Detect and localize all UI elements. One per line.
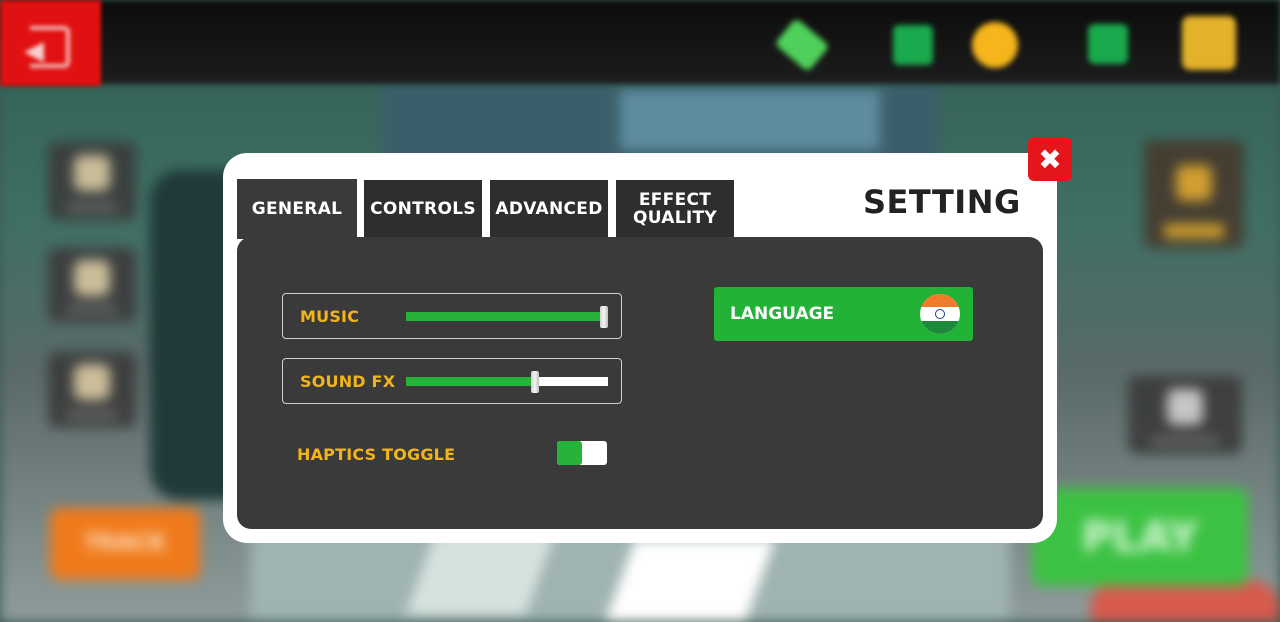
exit-button[interactable]: ◀ (0, 0, 101, 86)
side-menu-icon-3[interactable] (48, 352, 136, 428)
language-button[interactable]: LANGUAGE (714, 287, 973, 341)
music-slider[interactable] (406, 306, 608, 328)
exit-arrow-icon: ◀ (24, 36, 44, 66)
settings-modal: GENERAL CONTROLS ADVANCED EFFECT QUALITY… (223, 137, 1072, 543)
track-button[interactable]: TRACK (50, 508, 200, 580)
page-title: SETTING (863, 183, 1021, 221)
gift-icon[interactable] (1144, 140, 1244, 248)
music-slider-fill (406, 312, 608, 321)
haptics-toggle-on-indicator (557, 441, 582, 465)
background-tile (605, 540, 775, 622)
add-coins-button[interactable] (1088, 24, 1128, 64)
tab-effect-quality[interactable]: EFFECT QUALITY (616, 180, 734, 237)
play-button[interactable]: PLAY (1032, 488, 1248, 586)
haptics-toggle[interactable] (557, 441, 607, 465)
close-button[interactable]: ✖ (1028, 137, 1072, 181)
sound-fx-slider-fill (406, 377, 535, 386)
side-menu-icon-right[interactable] (1128, 376, 1242, 454)
music-slider-handle[interactable] (600, 306, 608, 328)
sound-fx-slider-row: SOUND FX (282, 358, 622, 404)
background-window (620, 90, 880, 150)
shop-icon[interactable] (1182, 16, 1236, 70)
close-icon: ✖ (1038, 142, 1062, 176)
music-slider-row: MUSIC (282, 293, 622, 339)
india-flag-icon (920, 294, 960, 334)
sound-fx-slider-handle[interactable] (531, 371, 539, 393)
tab-advanced[interactable]: ADVANCED (490, 180, 608, 237)
tab-controls[interactable]: CONTROLS (364, 180, 482, 237)
sound-fx-label: SOUND FX (300, 372, 396, 391)
side-menu-icon-1[interactable] (48, 142, 136, 220)
tab-general[interactable]: GENERAL (237, 179, 357, 239)
coin-icon (972, 22, 1018, 68)
language-label: LANGUAGE (730, 304, 835, 324)
music-label: MUSIC (300, 307, 360, 326)
add-cash-button[interactable] (893, 25, 933, 65)
background-red-shape (1090, 580, 1280, 622)
tab-effect-quality-label: EFFECT QUALITY (632, 189, 718, 228)
haptics-label: HAPTICS TOGGLE (297, 445, 456, 464)
side-menu-icon-2[interactable] (48, 248, 136, 322)
sound-fx-slider[interactable] (406, 371, 608, 393)
